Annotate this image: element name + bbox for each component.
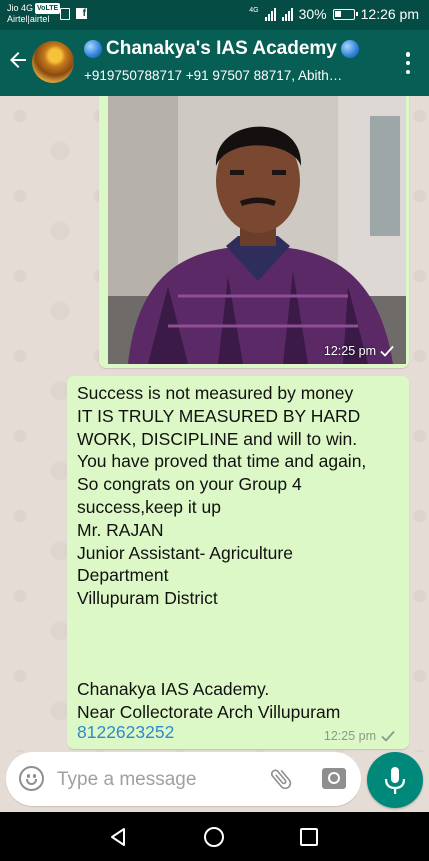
message-meta: 12:25 pm <box>324 344 394 358</box>
mic-button[interactable] <box>367 752 423 808</box>
signal-icon <box>264 7 276 21</box>
message-text: Success is not measured by money IT IS T… <box>77 383 367 723</box>
sim-icon <box>60 8 70 20</box>
carrier-2: Airtel|airtel <box>7 14 50 24</box>
single-check-icon <box>381 730 395 742</box>
more-vertical-icon[interactable] <box>405 52 411 74</box>
message-time: 12:25 pm <box>323 729 376 743</box>
paperclip-icon[interactable] <box>268 766 294 792</box>
camera-icon[interactable] <box>322 768 346 789</box>
chat-header: Chanakya's IAS Academy +919750788717 +91… <box>0 30 429 96</box>
battery-percent: 30% <box>298 6 327 22</box>
facebook-icon: f <box>76 8 87 19</box>
signal-icon-2 <box>281 7 293 21</box>
avatar[interactable] <box>32 41 74 83</box>
chat-area[interactable]: 12:25 pm Success is not measured by mone… <box>0 96 429 752</box>
system-status: 4G 30% 12:26 pm <box>249 6 419 22</box>
status-bar: Jio 4G VoLTE Airtel|airtel f 4G 30% 12:2… <box>0 0 429 30</box>
message-time: 12:25 pm <box>323 344 376 358</box>
system-navbar <box>0 812 429 861</box>
carrier-info: Jio 4G VoLTE Airtel|airtel <box>7 3 61 25</box>
carrier-1: Jio 4G <box>7 3 34 13</box>
nav-home-icon[interactable] <box>204 827 224 847</box>
battery-icon <box>332 8 358 20</box>
notification-icons: f <box>60 8 87 20</box>
clock: 12:26 pm <box>360 6 419 22</box>
arrow-left-icon[interactable] <box>6 48 30 72</box>
message-input[interactable]: Type a message <box>57 769 196 791</box>
globe-icon-2 <box>340 40 359 58</box>
single-check-icon <box>380 345 394 357</box>
photo[interactable]: 12:25 pm <box>108 96 406 364</box>
chat-title[interactable]: Chanakya's IAS Academy <box>84 38 384 60</box>
chat-title-text: Chanakya's IAS Academy <box>106 38 337 59</box>
text-message[interactable]: Success is not measured by money IT IS T… <box>67 376 409 749</box>
nav-back-icon[interactable] <box>108 826 130 848</box>
volte-badge: VoLTE <box>35 3 61 14</box>
nav-recents-icon[interactable] <box>300 828 318 846</box>
composer: Type a message <box>0 752 429 812</box>
network-label: 4G <box>249 6 259 14</box>
emoji-icon[interactable] <box>19 766 44 791</box>
photo-image <box>108 96 406 364</box>
message-input-box[interactable]: Type a message <box>6 752 361 806</box>
chat-subtitle[interactable]: +919750788717 +91 97507 88717, Abith… <box>84 68 384 83</box>
image-message[interactable]: 12:25 pm <box>99 96 409 368</box>
microphone-icon <box>384 767 406 794</box>
globe-icon <box>84 40 102 58</box>
message-meta: 12:25 pm <box>324 729 395 743</box>
phone-link[interactable]: 8122623252 <box>77 721 174 744</box>
